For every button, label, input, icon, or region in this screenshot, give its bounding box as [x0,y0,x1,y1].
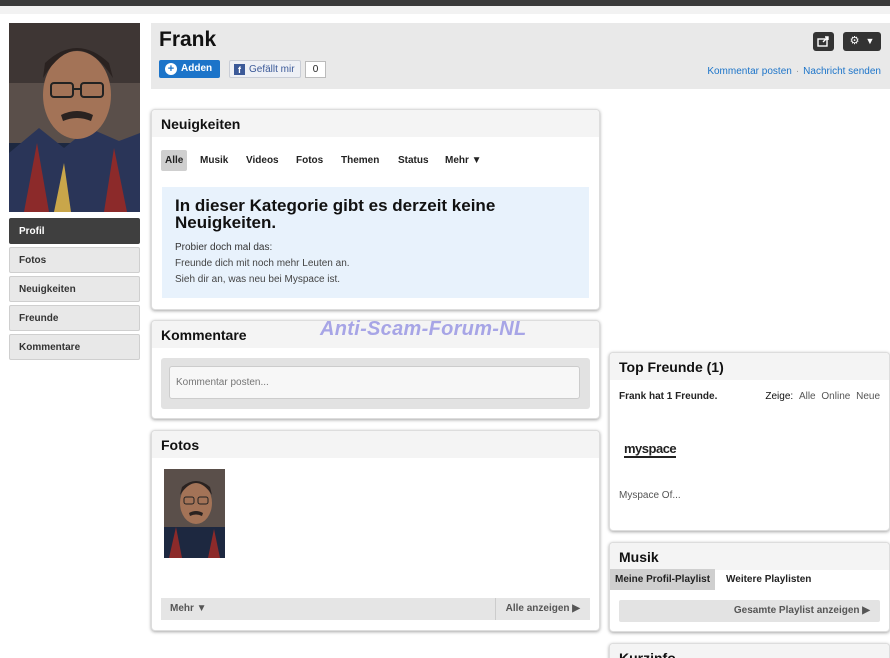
photos-view-all-button[interactable]: Alle anzeigen ▶ [494,598,590,620]
sidebar-nav: Profil Fotos Neuigkeiten Freunde Komment… [9,218,140,363]
music-card: Musik Meine Profil-Playlist Weitere Play… [609,542,890,632]
profile-header: Frank + Adden f Gefällt mir 0 ⚙ ▼ Kommen… [151,23,890,89]
music-tabs: Meine Profil-Playlist Weitere Playlisten [610,569,889,590]
friends-count: Frank hat 1 Freunde. [619,391,718,402]
filter-alle[interactable]: Alle [799,391,816,402]
post-comment-link[interactable]: Kommentar posten [707,66,792,77]
filter-online[interactable]: Online [821,391,850,402]
photos-card: Fotos Mehr ▼ Alle anzeigen ▶ [151,430,600,631]
tab-more-playlists[interactable]: Weitere Playlisten [726,574,811,585]
send-message-link[interactable]: Nachricht senden [803,66,881,77]
kurzinfo-card: Kurzinfo [609,643,890,658]
like-count: 0 [305,61,326,78]
tab-status[interactable]: Status [398,150,429,171]
photo-image [164,469,225,558]
music-title: Musik [610,543,889,570]
top-friends-card: Top Freunde (1) Frank hat 1 Freunde. Zei… [609,352,890,531]
tab-alle[interactable]: Alle [161,150,188,171]
add-button-label: Adden [181,63,213,74]
photos-title: Fotos [152,431,599,458]
news-title: Neuigkeiten [152,110,599,137]
friends-filter: Zeige: Alle Online Neue [765,391,880,402]
sidebar-item-profil[interactable]: Profil [9,218,140,244]
chevron-down-icon: ▼ [865,36,875,46]
news-card: Neuigkeiten Alle Musik Videos Fotos Them… [151,109,600,310]
facebook-like-button[interactable]: f Gefällt mir [229,60,301,78]
share-button[interactable] [813,32,834,51]
header-links: Kommentar posten · Nachricht senden [707,66,881,77]
friend-name[interactable]: Myspace Of... [619,490,681,501]
top-bar-shadow [0,6,890,14]
sidebar-item-freunde[interactable]: Freunde [9,305,140,331]
news-empty-title: In dieser Kategorie gibt es derzeit kein… [175,196,496,232]
profile-name: Frank [159,28,217,51]
news-hint: Probier doch mal das: [175,242,273,253]
tab-themen[interactable]: Themen [341,150,379,171]
tab-musik[interactable]: Musik [200,150,228,171]
sidebar-item-kommentare[interactable]: Kommentare [9,334,140,360]
comment-input[interactable] [169,366,580,399]
sidebar-item-neuigkeiten[interactable]: Neuigkeiten [9,276,140,302]
photos-more-button[interactable]: Mehr ▼ [170,603,207,614]
top-friends-title: Top Freunde (1) [610,353,889,380]
suggestion-add-friends[interactable]: Freunde dich mit noch mehr Leuten an. [175,256,576,272]
photo-thumbnail[interactable] [164,469,225,558]
filter-label: Zeige: [765,391,794,402]
view-playlist-button[interactable]: Gesamte Playlist anzeigen ▶ [619,600,880,622]
share-icon [817,36,829,47]
comment-box [161,358,590,409]
profile-avatar[interactable] [9,23,140,212]
link-separator: · [795,66,800,77]
like-label: Gefällt mir [249,64,295,75]
tab-videos[interactable]: Videos [246,150,279,171]
suggestion-whats-new[interactable]: Sieh dir an, was neu bei Myspace ist. [175,272,576,288]
facebook-icon: f [234,64,245,75]
tab-mehr[interactable]: Mehr ▼ [445,150,482,171]
gear-icon: ⚙ [849,35,860,47]
filter-neue[interactable]: Neue [856,391,880,402]
tab-fotos[interactable]: Fotos [296,150,323,171]
kurzinfo-title: Kurzinfo [610,644,889,658]
watermark: Anti-Scam-Forum-NL [320,318,527,340]
news-empty-state: In dieser Kategorie gibt es derzeit kein… [162,187,589,298]
plus-icon: + [165,63,177,75]
sidebar-item-fotos[interactable]: Fotos [9,247,140,273]
tab-profile-playlist[interactable]: Meine Profil-Playlist [610,569,716,590]
avatar-photo [9,23,140,212]
add-button[interactable]: + Adden [159,60,220,78]
photos-footer: Mehr ▼ Alle anzeigen ▶ [161,598,590,620]
friend-avatar-myspace-logo[interactable]: myspace [624,442,677,458]
settings-button[interactable]: ⚙ ▼ [843,32,881,51]
